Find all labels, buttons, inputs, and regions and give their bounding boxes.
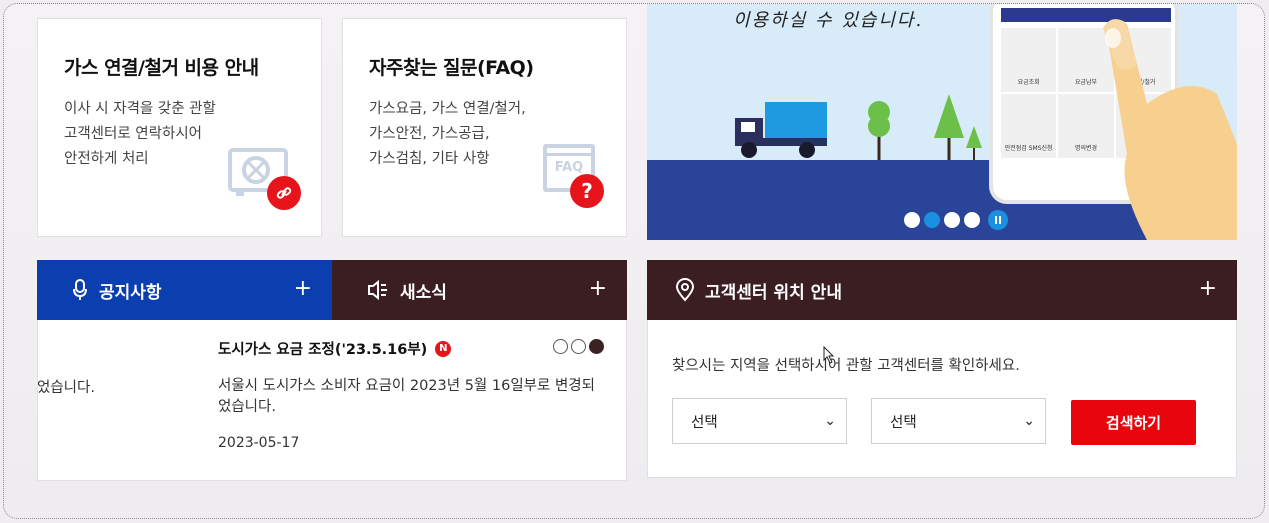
trees-illustration — [868, 94, 982, 160]
notice-item-title[interactable]: 도시가스 요금 조정('23.5.16부) N — [218, 338, 452, 359]
tab-news[interactable]: 새소식 + — [332, 260, 627, 320]
banner-slogan: 이용하실 수 있습니다. — [733, 10, 924, 31]
chevron-down-icon: ⌄ — [824, 413, 836, 429]
truck-illustration — [735, 102, 827, 158]
location-title: 고객센터 위치 안내 — [705, 282, 842, 303]
pause-icon[interactable] — [988, 210, 1008, 230]
notice-pager — [553, 339, 604, 354]
chevron-down-icon: ⌄ — [1023, 413, 1035, 429]
tab-news-label: 새소식 — [400, 282, 447, 303]
card-title: 가스 연결/철거 비용 안내 — [64, 57, 259, 79]
pager-dot[interactable] — [571, 339, 586, 354]
notice-item-date: 2023-05-17 — [218, 435, 300, 451]
previous-notice-fragment: 었습니다. — [37, 380, 95, 396]
promo-banner[interactable]: 이용하실 수 있습니다. 요금조회 요금납부 연결/철거 안전점검 SMS신청 … — [647, 4, 1237, 240]
search-button[interactable]: 검색하기 — [1071, 400, 1196, 445]
slide-dot[interactable] — [964, 212, 980, 228]
news-more-button[interactable]: + — [589, 276, 607, 301]
region-select-1[interactable]: 선택 ⌄ — [672, 398, 847, 444]
question-icon[interactable]: ? — [570, 174, 604, 208]
tab-notice-label: 공지사항 — [99, 282, 162, 303]
speaker-icon — [368, 279, 387, 301]
card-description: 이사 시 자격을 갖춘 관할 고객센터로 연락하시어 안전하게 처리 — [64, 101, 216, 167]
faq-card[interactable]: 자주찾는 질문(FAQ) 가스요금, 가스 연결/철거, 가스안전, 가스공급,… — [342, 18, 627, 237]
pager-dot-active[interactable] — [589, 339, 604, 354]
link-icon[interactable] — [267, 176, 301, 210]
pager-dot[interactable] — [553, 339, 568, 354]
new-badge: N — [435, 340, 452, 357]
location-panel: 찾으시는 지역을 선택하시어 관할 고객센터를 확인하세요. 선택 ⌄ 선택 ⌄… — [647, 320, 1237, 478]
location-pin-icon — [675, 278, 695, 302]
slide-dot[interactable] — [904, 212, 920, 228]
page-frame: 가스 연결/철거 비용 안내 이사 시 자격을 갖춘 관할 고객센터로 연락하시… — [3, 3, 1265, 519]
location-more-button[interactable]: + — [1199, 276, 1217, 301]
notice-more-button[interactable]: + — [294, 276, 312, 301]
microphone-icon — [73, 279, 87, 300]
slide-indicators — [904, 210, 1008, 230]
location-description: 찾으시는 지역을 선택하시어 관할 고객센터를 확인하세요. — [672, 358, 1020, 374]
hand-illustration — [1103, 19, 1237, 240]
tab-notice[interactable]: 공지사항 + — [37, 260, 332, 320]
card-description: 가스요금, 가스 연결/철거, 가스안전, 가스공급, 가스검침, 기타 사항 — [369, 101, 526, 167]
notice-item-body: 서울시 도시가스 소비자 요금이 2023년 5월 16일부로 변경되었습니다. — [218, 378, 595, 415]
slide-dot-active[interactable] — [924, 212, 940, 228]
connection-fee-card[interactable]: 가스 연결/철거 비용 안내 이사 시 자격을 갖춘 관할 고객센터로 연락하시… — [37, 18, 322, 237]
slide-dot[interactable] — [944, 212, 960, 228]
mouse-cursor-icon — [823, 346, 835, 364]
notice-panel: 었습니다. 도시가스 요금 조정('23.5.16부) N 서울시 도시가스 소… — [37, 320, 627, 481]
location-header[interactable]: 고객센터 위치 안내 + — [647, 260, 1237, 320]
region-select-2[interactable]: 선택 ⌄ — [871, 398, 1046, 444]
card-title: 자주찾는 질문(FAQ) — [369, 57, 534, 79]
